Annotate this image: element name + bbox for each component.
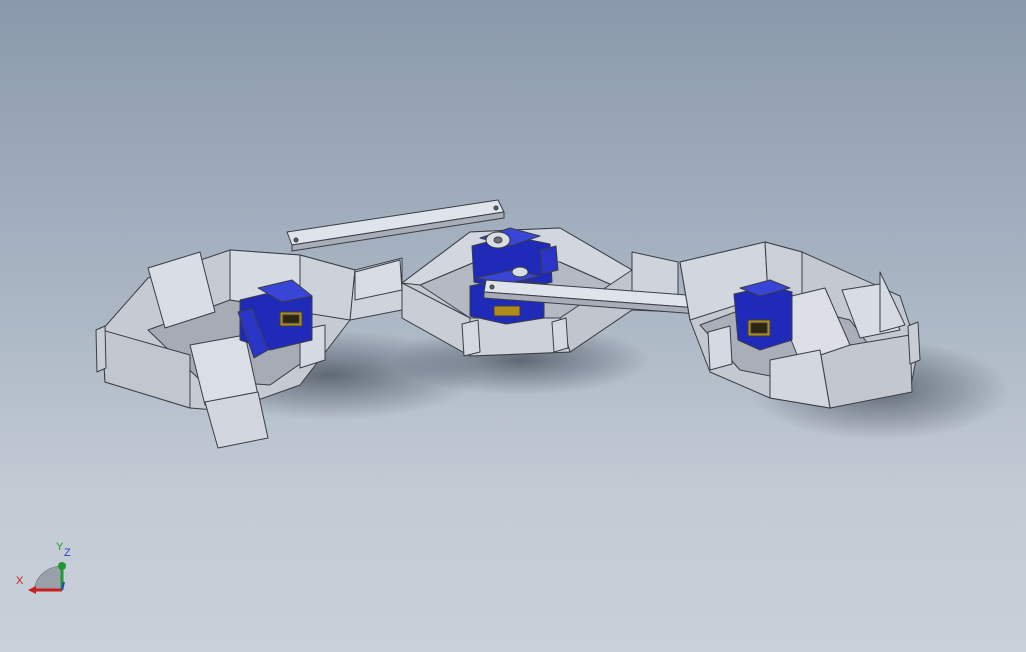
graphics-viewport[interactable]: X Y Z [0, 0, 1026, 652]
right-module-inner-panel [707, 325, 733, 371]
x-axis-arrowhead [28, 586, 36, 594]
triad-icon [28, 562, 66, 594]
right-module-side-tab [907, 321, 921, 365]
y-axis-label: Y [56, 541, 64, 553]
servo-right-label-dark [750, 322, 768, 334]
center-module-tab-right [551, 317, 569, 353]
arm-bar-lower-hole-start [489, 284, 495, 290]
reference-triad: X Y Z [12, 540, 82, 600]
left-module-side-tab [95, 325, 107, 373]
servo-center-upper-flange [539, 245, 559, 275]
y-axis-cap [58, 562, 66, 570]
servo-center-lower-horn [511, 266, 529, 278]
arm-bar-upper-hole-end [493, 205, 499, 211]
right-module[interactable] [679, 241, 921, 409]
servo-left-label-dark [282, 314, 300, 324]
center-module-tab-left [461, 319, 481, 357]
servo-center-upper-horn-hole [493, 236, 503, 244]
x-axis-label: X [16, 575, 24, 587]
servo-center-lower-label [493, 305, 521, 317]
left-module-flap-bottom [204, 391, 269, 449]
z-axis-label: Z [64, 547, 71, 559]
right-module-flap-front [769, 349, 831, 409]
3d-model-view[interactable] [0, 0, 1026, 652]
triad-arc [33, 565, 63, 591]
arm-bar-upper-hole [293, 237, 299, 243]
